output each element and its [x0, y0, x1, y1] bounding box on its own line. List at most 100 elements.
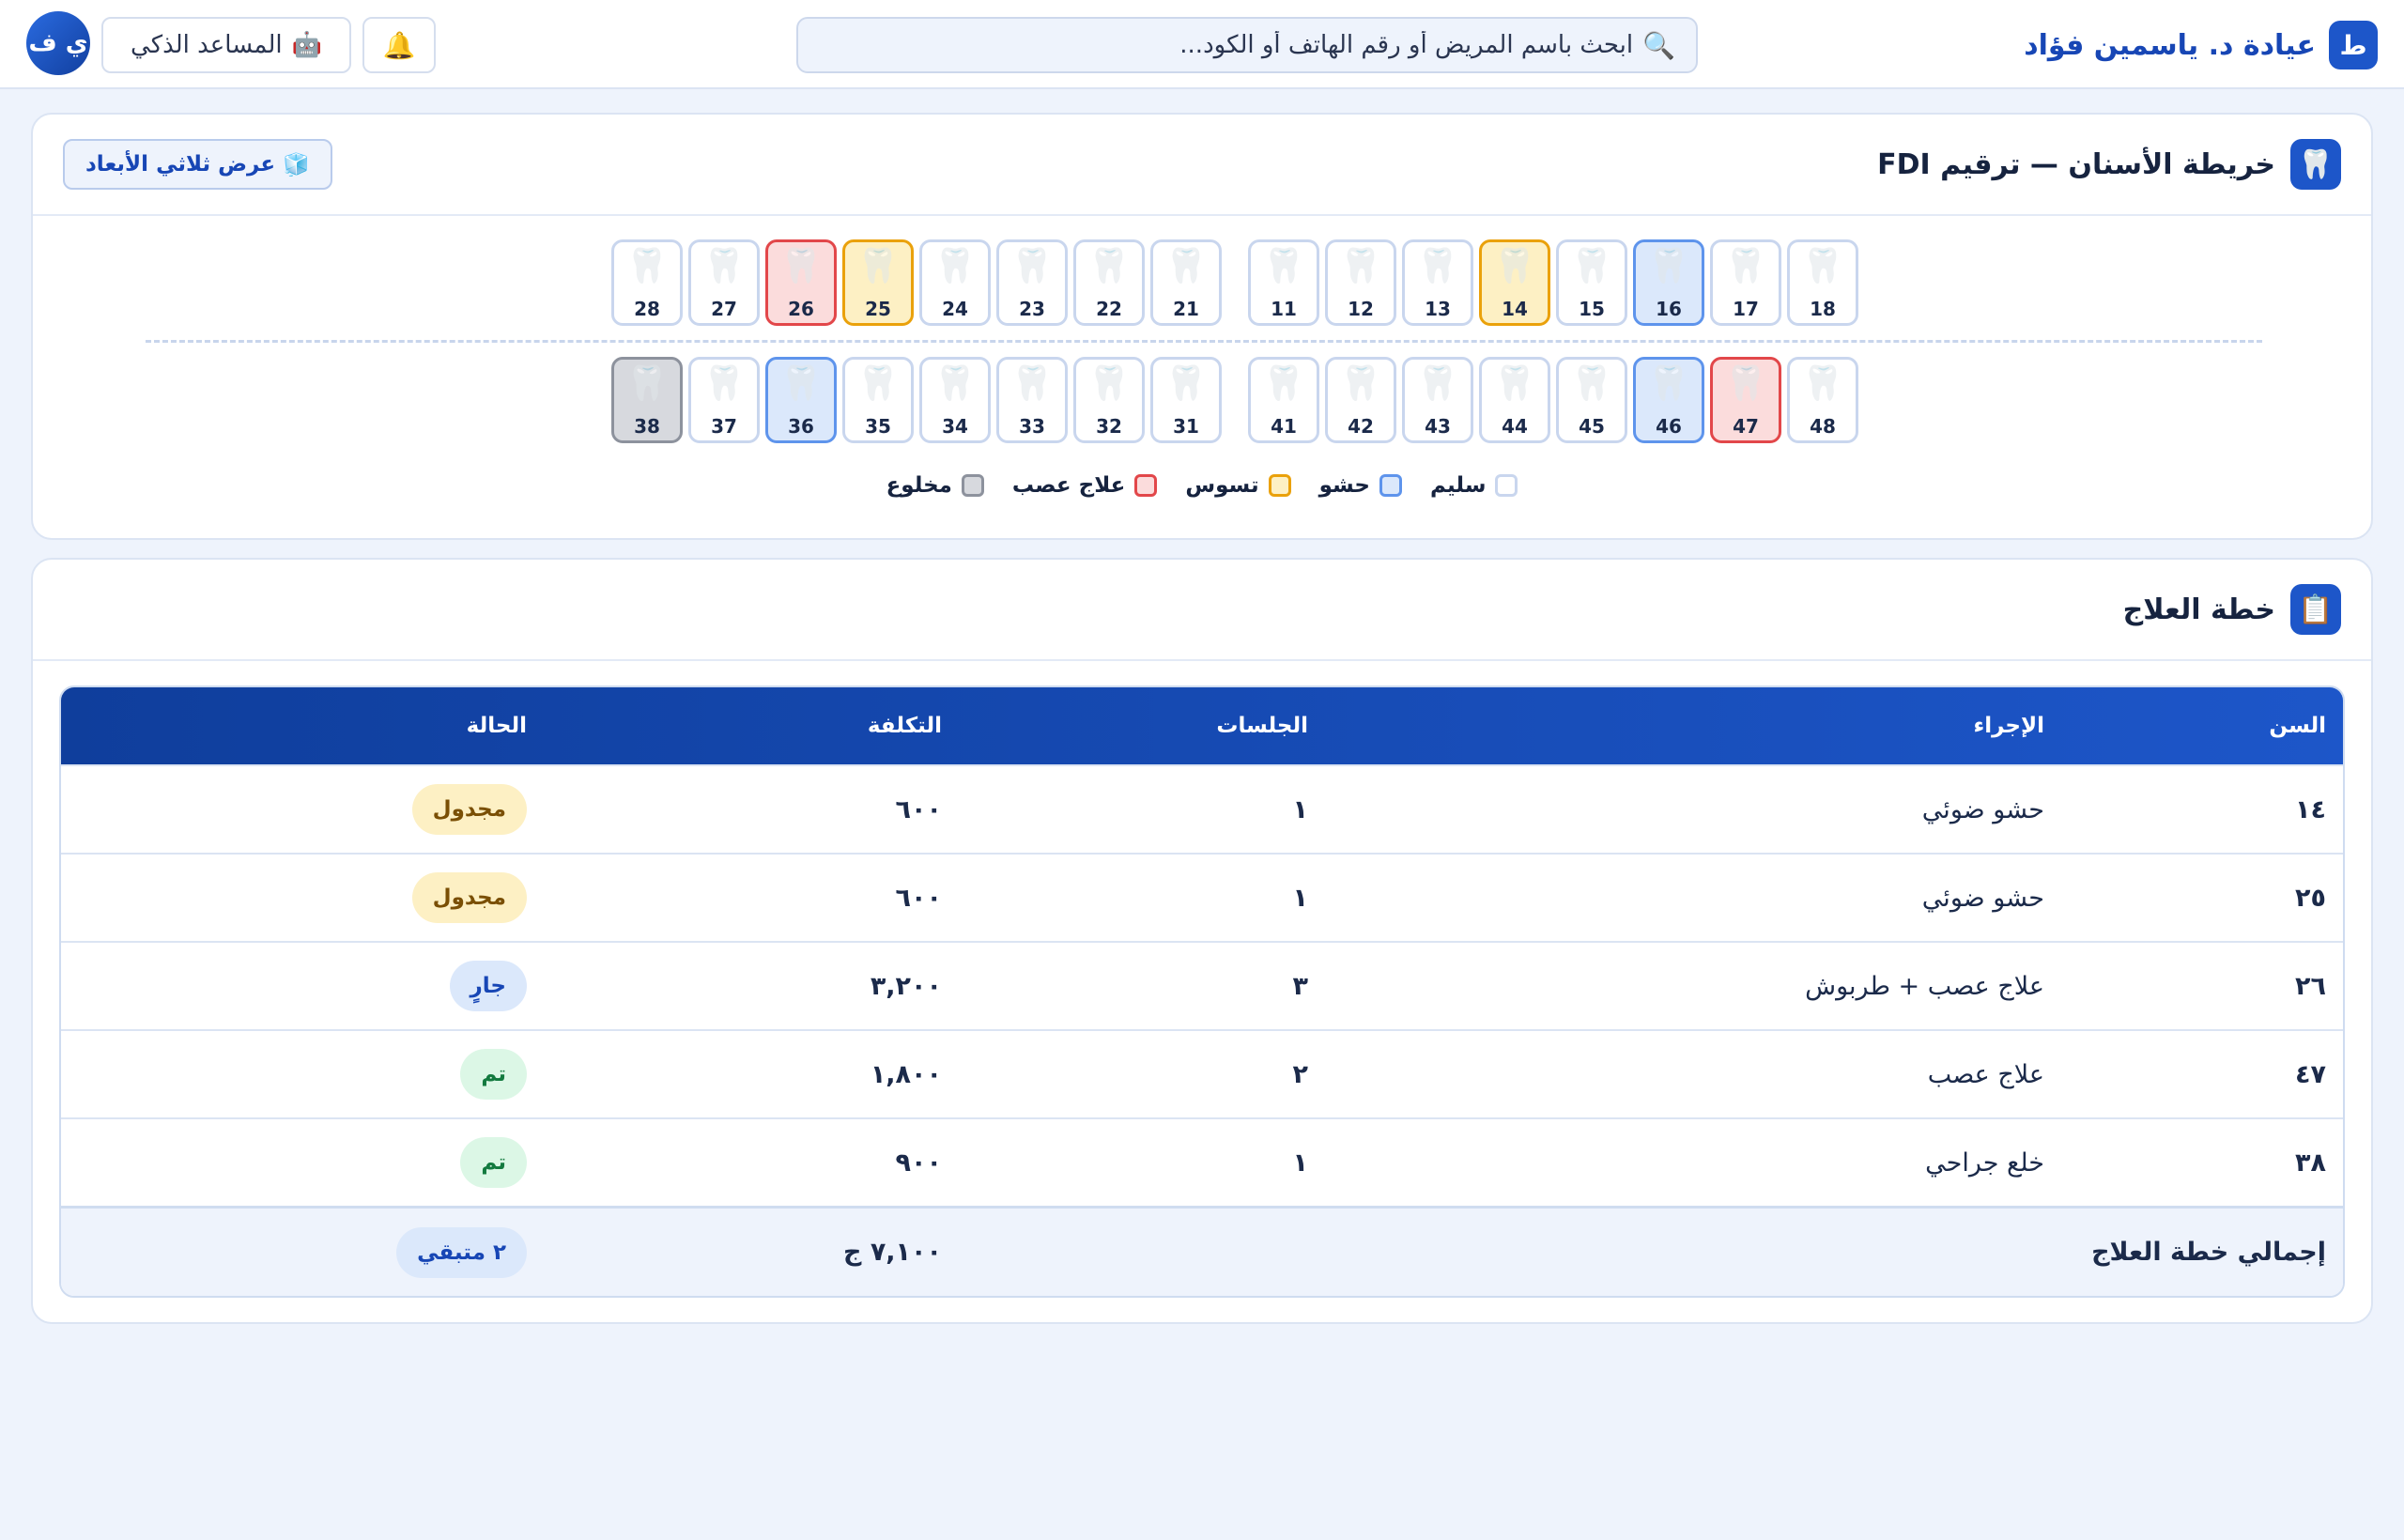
tooth-42[interactable]: 🦷 42 [1325, 357, 1396, 443]
tooth-41[interactable]: 🦷 41 [1248, 357, 1319, 443]
tooth-46[interactable]: 🦷 46 [1633, 357, 1704, 443]
tooth-cell: ٢٥ [2295, 883, 2326, 913]
tooth-number: 41 [1271, 415, 1297, 438]
patient-search-input[interactable] [819, 31, 1634, 59]
column-sessions: الجلسات [1216, 714, 1308, 738]
cost-cell: ١,٨٠٠ [870, 1059, 942, 1089]
tooth-14[interactable]: 🦷 14 [1479, 239, 1550, 326]
tooth-icon: 🦷 [1087, 364, 1131, 403]
procedure-cell: علاج عصب [1927, 1059, 2044, 1089]
tooth-36[interactable]: 🦷 36 [765, 357, 837, 443]
tooth-37[interactable]: 🦷 37 [688, 357, 760, 443]
tooth-icon: 🦷 [1570, 364, 1613, 403]
tooth-47[interactable]: 🦷 47 [1710, 357, 1781, 443]
tooth-icon: 🦷 [1493, 247, 1536, 285]
tooth-number: 32 [1096, 415, 1122, 438]
table-row[interactable]: ٢٥ حشو ضوئي ١ ٦٠٠ مجدول [61, 853, 2343, 941]
tooth-number: 37 [711, 415, 737, 438]
tooth-chart-legend: سليم حشو تسوس علاج عصب مخلوع [33, 473, 2371, 498]
tooth-22[interactable]: 🦷 22 [1073, 239, 1145, 326]
tooth-number: 36 [788, 415, 814, 438]
tooth-38[interactable]: 🦷 38 [611, 357, 683, 443]
sessions-cell: ٢ [1292, 1059, 1308, 1089]
tooth-27[interactable]: 🦷 27 [688, 239, 760, 326]
tooth-icon: 🦷 [933, 364, 977, 403]
tooth-18[interactable]: 🦷 18 [1787, 239, 1858, 326]
legend-label: تسوس [1185, 473, 1259, 498]
tooth-icon: 🦷 [779, 364, 823, 403]
tooth-44[interactable]: 🦷 44 [1479, 357, 1550, 443]
tooth-32[interactable]: 🦷 32 [1073, 357, 1145, 443]
ai-assistant-button[interactable]: 🤖 المساعد الذكي [101, 17, 351, 73]
tooth-21[interactable]: 🦷 21 [1150, 239, 1222, 326]
table-row[interactable]: ٢٦ علاج عصب + طربوش ٣ ٣,٢٠٠ جارٍ [61, 941, 2343, 1029]
tooth-25[interactable]: 🦷 25 [842, 239, 914, 326]
legend-swatch [1134, 474, 1158, 497]
tooth-23[interactable]: 🦷 23 [996, 239, 1068, 326]
dental-chart-title: خريطة الأسنان — ترقيم FDI [1877, 147, 2275, 181]
cube-icon: 🧊 [283, 152, 310, 177]
tooth-11[interactable]: 🦷 11 [1248, 239, 1319, 326]
clinic-name: عيادة د. ياسمين فؤاد [2024, 28, 2316, 62]
tooth-number: 27 [711, 298, 737, 320]
tooth-12[interactable]: 🦷 12 [1325, 239, 1396, 326]
tooth-icon: 🦷 [1339, 364, 1382, 403]
tooth-43[interactable]: 🦷 43 [1402, 357, 1473, 443]
tooth-31[interactable]: 🦷 31 [1150, 357, 1222, 443]
table-row[interactable]: ١٤ حشو ضوئي ١ ٦٠٠ مجدول [61, 764, 2343, 853]
status-badge: جارٍ [449, 961, 527, 1011]
status-badge: مجدول [411, 872, 527, 923]
tooth-number: 44 [1502, 415, 1528, 438]
status-cell: تم [460, 1031, 527, 1117]
clinic-brand[interactable]: ط عيادة د. ياسمين فؤاد [2024, 21, 2378, 69]
tooth-28[interactable]: 🦷 28 [611, 239, 683, 326]
table-footer-total: إجمالي خطة العلاج ٧,١٠٠ ج ٢ متبقي [61, 1206, 2343, 1296]
legend-label: مخلوع [886, 473, 952, 498]
sessions-cell: ١ [1292, 883, 1308, 913]
tooth-number: 43 [1425, 415, 1451, 438]
view-3d-button[interactable]: 🧊 عرض ثلاثي الأبعاد [63, 139, 332, 190]
tooth-24[interactable]: 🦷 24 [919, 239, 991, 326]
procedure-cell: حشو ضوئي [1921, 794, 2044, 824]
patient-search-box[interactable]: 🔍 [796, 17, 1698, 73]
tooth-number: 26 [788, 298, 814, 320]
sessions-cell: ١ [1292, 794, 1308, 824]
tooth-33[interactable]: 🦷 33 [996, 357, 1068, 443]
tooth-number: 14 [1502, 298, 1528, 320]
user-avatar[interactable]: ي ف [26, 11, 90, 75]
tooth-icon: 🦷 [1164, 364, 1208, 403]
tooth-icon: 🦷 [1087, 247, 1131, 285]
tooth-13[interactable]: 🦷 13 [1402, 239, 1473, 326]
magnifier-icon: 🔍 [1642, 29, 1675, 61]
table-header: السن الإجراء الجلسات التكلفة الحالة [61, 687, 2343, 764]
tooth-number: 42 [1348, 415, 1374, 438]
treatment-plan-title: خطة العلاج [2122, 593, 2275, 626]
tooth-icon: 🦷 [779, 247, 823, 285]
status-badge: تم [460, 1049, 527, 1100]
tooth-34[interactable]: 🦷 34 [919, 357, 991, 443]
tooth-26[interactable]: 🦷 26 [765, 239, 837, 326]
tooth-17[interactable]: 🦷 17 [1710, 239, 1781, 326]
tooth-16[interactable]: 🦷 16 [1633, 239, 1704, 326]
tooth-icon: 🦷 [702, 247, 746, 285]
tooth-number: 11 [1271, 298, 1297, 320]
tooth-number: 48 [1810, 415, 1836, 438]
legend-item-extract: مخلوع [886, 473, 984, 498]
tooth-48[interactable]: 🦷 48 [1787, 357, 1858, 443]
clinic-logo: ط [2329, 21, 2378, 69]
bell-icon: 🔔 [382, 29, 416, 61]
remaining-cell: ٢ متبقي [396, 1209, 527, 1296]
table-row[interactable]: ٤٧ علاج عصب ٢ ١,٨٠٠ تم [61, 1029, 2343, 1117]
tooth-number: 47 [1733, 415, 1759, 438]
table-row[interactable]: ٣٨ خلع جراحي ١ ٩٠٠ تم [61, 1117, 2343, 1206]
dental-chart-header: 🦷 خريطة الأسنان — ترقيم FDI 🧊 عرض ثلاثي … [33, 115, 2371, 216]
tooth-45[interactable]: 🦷 45 [1556, 357, 1627, 443]
notifications-button[interactable]: 🔔 [362, 17, 436, 73]
tooth-35[interactable]: 🦷 35 [842, 357, 914, 443]
tooth-number: 35 [865, 415, 891, 438]
tooth-number: 34 [942, 415, 968, 438]
tooth-15[interactable]: 🦷 15 [1556, 239, 1627, 326]
tooth-number: 24 [942, 298, 968, 320]
legend-swatch [1379, 474, 1402, 497]
procedure-cell: علاج عصب + طربوش [1805, 971, 2044, 1001]
